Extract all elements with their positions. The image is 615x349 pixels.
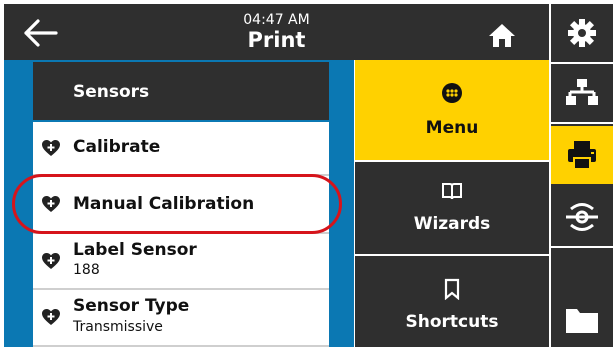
menu-icon (441, 82, 463, 104)
wizards-tile[interactable]: Wizards (355, 162, 549, 254)
divider (551, 122, 613, 124)
files-button[interactable] (551, 292, 613, 346)
settings-icon (565, 18, 599, 48)
favorite-plus-icon (41, 139, 61, 157)
list-item-calibrate[interactable]: Calibrate (33, 122, 329, 176)
menu-header-title: Sensors (73, 82, 150, 102)
top-bar: 04:47 AM Print (4, 4, 549, 60)
print-button[interactable] (551, 126, 613, 184)
book-icon (441, 180, 463, 202)
network-icon (565, 78, 599, 108)
wireless-button[interactable] (551, 188, 613, 246)
item-value: 188 (73, 262, 100, 278)
shortcuts-tile[interactable]: Shortcuts (355, 256, 549, 347)
settings-button[interactable] (551, 6, 613, 60)
menu-tile[interactable]: Menu (355, 60, 549, 160)
page-title: Print (247, 28, 306, 52)
divider (551, 62, 613, 64)
tile-label: Wizards (413, 214, 491, 234)
menu-header: Sensors (33, 62, 329, 120)
folder-icon (565, 304, 599, 334)
list-item-sensor-type[interactable]: Sensor Type Transmissive (33, 290, 329, 347)
network-button[interactable] (551, 66, 613, 120)
wireless-icon (565, 202, 599, 232)
item-value: Transmissive (73, 319, 163, 335)
item-label: Sensor Type (73, 296, 190, 316)
item-label: Label Sensor (73, 240, 197, 260)
tile-label: Shortcuts (405, 312, 499, 332)
printer-icon (565, 140, 599, 170)
divider (551, 246, 613, 248)
bookmark-icon (441, 278, 463, 301)
printer-screen: 04:47 AM Print Sensors Calibrate Manual (0, 0, 615, 349)
clock: 04:47 AM (243, 12, 310, 28)
favorite-plus-icon (41, 252, 61, 270)
item-label: Calibrate (73, 137, 161, 157)
home-icon[interactable] (488, 22, 516, 48)
favorite-plus-icon (41, 308, 61, 326)
tile-label: Menu (425, 118, 479, 138)
list-item-label-sensor[interactable]: Label Sensor 188 (33, 234, 329, 290)
highlight-outline (12, 174, 342, 234)
